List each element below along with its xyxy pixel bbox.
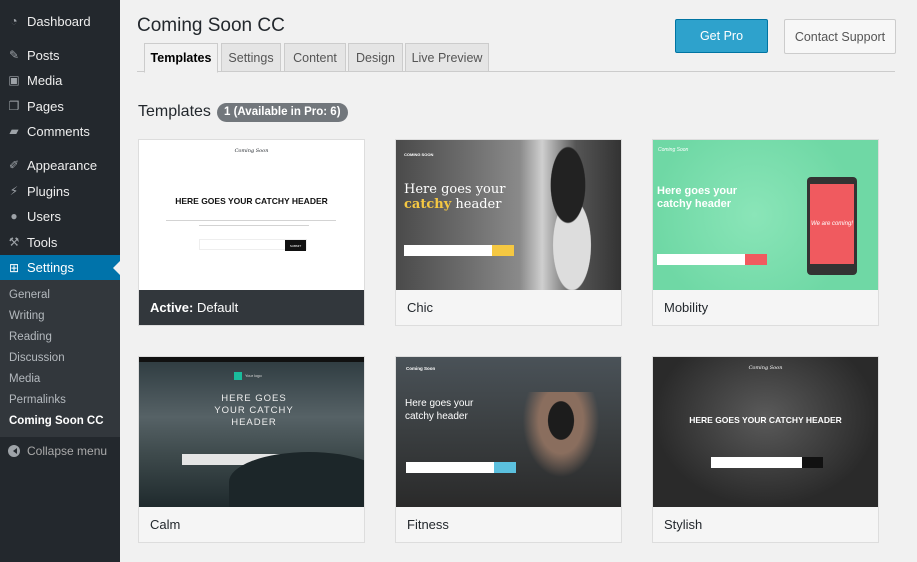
plugin-icon: ⚡ bbox=[9, 184, 19, 198]
sidebar-item-pages[interactable]: ❐ Pages bbox=[0, 93, 120, 119]
pin-icon: ✎ bbox=[8, 48, 20, 62]
thumb-logo: Coming Soon bbox=[748, 365, 783, 371]
thumb-logo: Coming Soon bbox=[234, 148, 269, 154]
collapse-label: Collapse menu bbox=[27, 444, 108, 458]
template-label: Calm bbox=[139, 507, 364, 542]
template-thumbnail: Coming Soon HERE GOES YOUR CATCHY HEADER bbox=[653, 357, 878, 507]
comment-icon: ▰ bbox=[9, 124, 19, 138]
template-card-fitness[interactable]: Coming Soon Here goes your catchy header… bbox=[395, 356, 622, 543]
settings-submenu: General Writing Reading Discussion Media… bbox=[0, 280, 120, 437]
sidebar-item-label: Users bbox=[27, 208, 61, 224]
sidebar-item-appearance[interactable]: ✐ Appearance bbox=[0, 152, 120, 178]
template-label: Stylish bbox=[653, 507, 878, 542]
sidebar-item-plugins[interactable]: ⚡ Plugins bbox=[0, 178, 120, 204]
templates-heading: Templates bbox=[138, 103, 211, 120]
contact-support-button[interactable]: Contact Support bbox=[784, 19, 896, 54]
thumb-logo: Coming Soon bbox=[658, 147, 689, 153]
sidebar-item-label: Settings bbox=[27, 260, 74, 275]
template-thumbnail: COMING SOON Here goes your catchy header bbox=[396, 140, 621, 290]
submenu-discussion[interactable]: Discussion bbox=[0, 348, 120, 369]
template-card-default[interactable]: Coming Soon HERE GOES YOUR CATCHY HEADER… bbox=[138, 139, 365, 326]
sidebar-item-tools[interactable]: ⚒ Tools bbox=[0, 229, 120, 255]
thumb-photo bbox=[536, 140, 616, 290]
template-label: Chic bbox=[396, 290, 621, 325]
tab-design[interactable]: Design bbox=[348, 43, 403, 72]
submenu-reading[interactable]: Reading bbox=[0, 327, 120, 348]
sidebar-item-settings[interactable]: ⊞ Settings bbox=[0, 255, 120, 280]
sidebar-item-label: Pages bbox=[27, 98, 64, 114]
sidebar-item-users[interactable]: ● Users bbox=[0, 203, 120, 229]
active-prefix: Active: bbox=[150, 300, 194, 315]
page-title: Coming Soon CC bbox=[137, 15, 285, 36]
sidebar-item-label: Dashboard bbox=[27, 13, 91, 29]
sidebar-item-label: Appearance bbox=[27, 157, 98, 173]
template-label: Mobility bbox=[653, 290, 878, 325]
paintbrush-icon: ✐ bbox=[8, 158, 20, 172]
sidebar-item-label: Media bbox=[27, 72, 63, 88]
thumb-email-form: SUBMIT bbox=[199, 239, 307, 251]
template-label: Active: Default bbox=[139, 290, 364, 325]
submenu-permalinks[interactable]: Permalinks bbox=[0, 390, 120, 411]
thumb-header: HERE GOES YOUR CATCHY HEADER bbox=[214, 393, 294, 428]
thumb-logo: COMING SOON bbox=[404, 152, 434, 157]
sidebar-item-label: Tools bbox=[27, 234, 58, 250]
pages-icon: ❐ bbox=[8, 99, 20, 113]
sidebar-item-comments[interactable]: ▰ Comments bbox=[0, 118, 120, 144]
template-card-calm[interactable]: Your logo HERE GOES YOUR CATCHY HEADER S… bbox=[138, 356, 365, 543]
settings-icon: ⊞ bbox=[8, 260, 20, 275]
thumb-phone-text: We are coming! bbox=[810, 184, 854, 264]
thumb-logo-icon bbox=[234, 372, 242, 380]
collapse-menu-button[interactable]: Collapse menu bbox=[0, 440, 107, 462]
thumb-header: Here goes your catchy header bbox=[657, 185, 738, 210]
user-icon: ● bbox=[10, 209, 18, 223]
thumb-phone: We are coming! bbox=[807, 177, 857, 275]
sidebar-item-dashboard[interactable]: ◔ Dashboard bbox=[0, 8, 120, 34]
submenu-writing[interactable]: Writing bbox=[0, 306, 120, 327]
admin-sidebar: ◔ Dashboard ✎ Posts ▣ Media ❐ Pages ▰ Comment… bbox=[0, 0, 120, 562]
wrench-icon: ⚒ bbox=[8, 235, 20, 249]
tab-templates[interactable]: Templates bbox=[144, 43, 218, 73]
thumb-header: Here goes your bbox=[404, 182, 506, 197]
media-icon: ▣ bbox=[8, 73, 20, 87]
template-thumbnail: Your logo HERE GOES YOUR CATCHY HEADER S… bbox=[139, 357, 364, 507]
get-pro-button[interactable]: Get Pro bbox=[675, 19, 768, 53]
template-thumbnail: Coming Soon Here goes your catchy header bbox=[396, 357, 621, 507]
thumb-submit: SUBMIT bbox=[285, 240, 306, 251]
tab-settings[interactable]: Settings bbox=[221, 43, 281, 72]
sidebar-item-posts[interactable]: ✎ Posts bbox=[0, 42, 120, 68]
thumb-header: HERE GOES YOUR CATCHY HEADER bbox=[175, 196, 328, 206]
sidebar-item-media[interactable]: ▣ Media bbox=[0, 67, 120, 93]
templates-count-badge: 1 (Available in Pro: 6) bbox=[217, 103, 348, 122]
template-card-chic[interactable]: COMING SOON Here goes your catchy header… bbox=[395, 139, 622, 326]
tab-content[interactable]: Content bbox=[284, 43, 346, 72]
sidebar-item-label: Posts bbox=[27, 47, 60, 63]
thumb-logo: Your logo bbox=[245, 373, 262, 378]
template-thumbnail: Coming Soon HERE GOES YOUR CATCHY HEADER… bbox=[139, 140, 364, 290]
dashboard-icon: ◔ bbox=[10, 14, 18, 28]
thumb-header: HERE GOES YOUR CATCHY HEADER bbox=[689, 415, 842, 425]
template-label: Fitness bbox=[396, 507, 621, 542]
template-card-stylish[interactable]: Coming Soon HERE GOES YOUR CATCHY HEADER… bbox=[652, 356, 879, 543]
sidebar-item-label: Plugins bbox=[27, 183, 70, 199]
template-thumbnail: Coming Soon Here goes your catchy header… bbox=[653, 140, 878, 290]
sidebar-item-label: Comments bbox=[27, 123, 90, 139]
template-card-mobility[interactable]: Coming Soon Here goes your catchy header… bbox=[652, 139, 879, 326]
submenu-coming-soon-cc[interactable]: Coming Soon CC bbox=[0, 411, 120, 432]
collapse-arrow-icon bbox=[8, 445, 20, 457]
submenu-media[interactable]: Media bbox=[0, 369, 120, 390]
tab-live-preview[interactable]: Live Preview bbox=[405, 43, 489, 72]
thumb-header-accent: catchy bbox=[404, 197, 452, 212]
template-name: Default bbox=[196, 300, 239, 315]
thumb-logo: Coming Soon bbox=[406, 366, 436, 371]
thumb-header: header bbox=[451, 197, 502, 212]
thumb-header: Here goes your catchy header bbox=[405, 398, 474, 422]
submenu-general[interactable]: General bbox=[0, 285, 120, 306]
